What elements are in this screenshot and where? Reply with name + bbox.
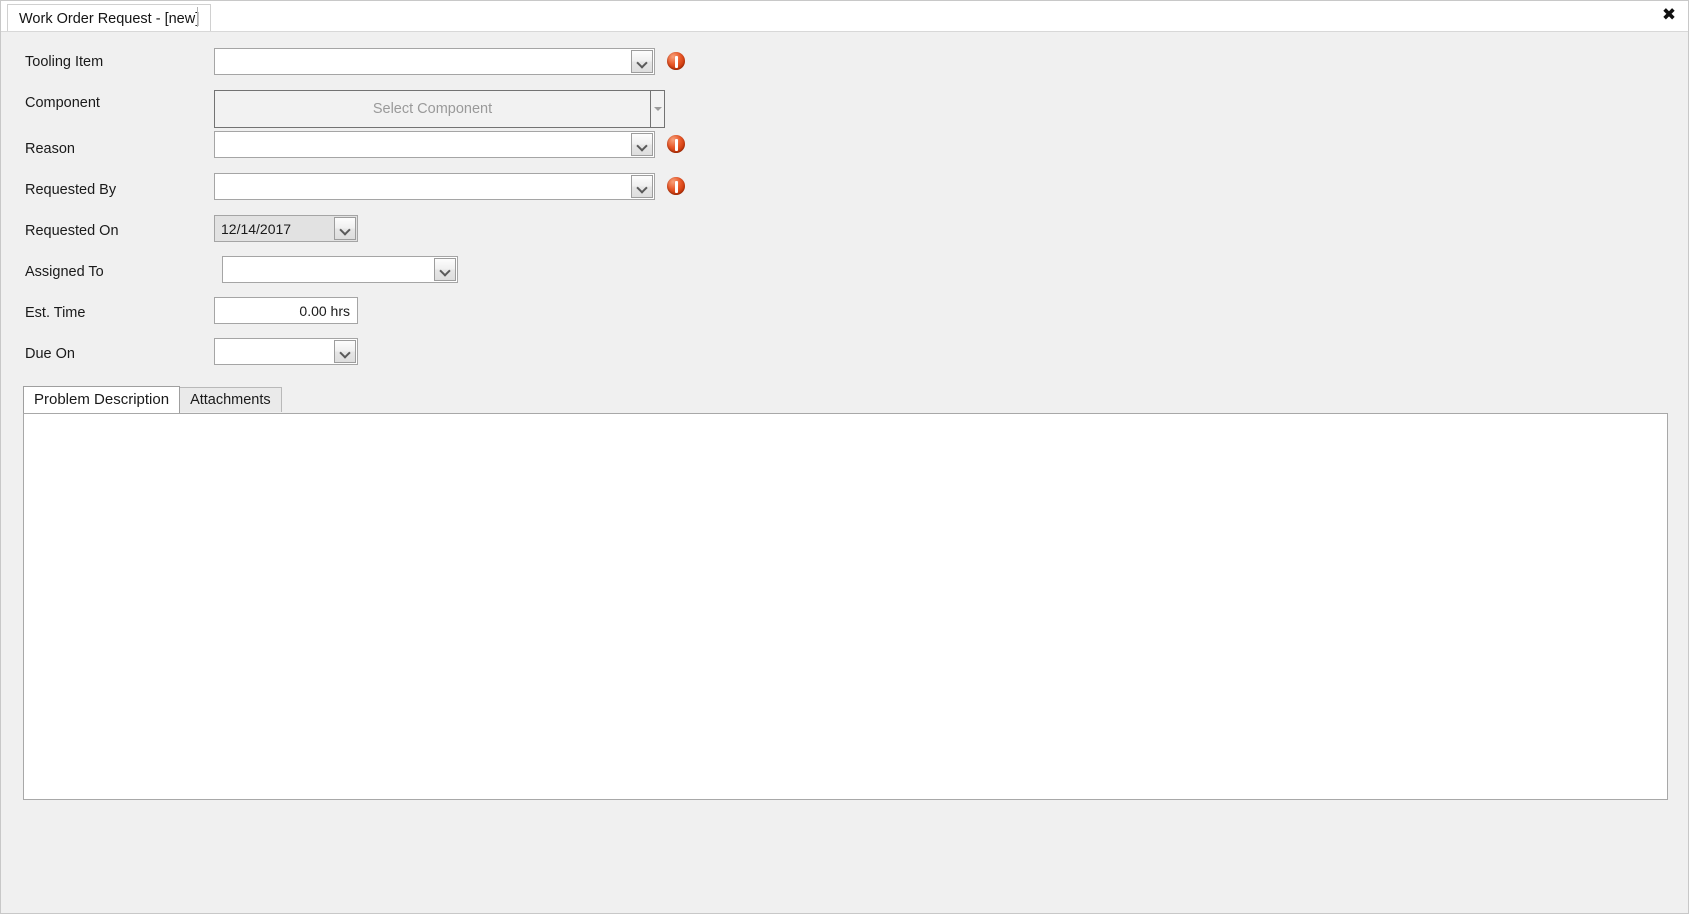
tab-problem-description[interactable]: Problem Description [23, 386, 181, 413]
chevron-down-icon[interactable] [631, 50, 653, 73]
assigned-to-combobox[interactable] [222, 256, 458, 283]
tooling-item-combobox[interactable] [214, 48, 655, 75]
problem-description-input[interactable] [24, 414, 1667, 799]
title-bar: Work Order Request - [new] ✖ [1, 1, 1688, 32]
problem-description-panel [23, 413, 1668, 800]
due-on-datepicker[interactable] [214, 338, 358, 365]
chevron-down-icon[interactable] [334, 217, 356, 240]
component-placeholder: Select Component [372, 101, 493, 117]
field-row-est-time: Est. Time 0.00 hrs [1, 297, 761, 328]
warning-icon-reason [667, 135, 685, 153]
est-time-input[interactable]: 0.00 hrs [214, 297, 358, 324]
field-row-component: Component Select Component [1, 88, 761, 130]
work-order-request-window: Work Order Request - [new] ✖ Tooling Ite… [0, 0, 1689, 914]
field-row-tooling-item: Tooling Item [1, 47, 761, 77]
field-row-requested-on: Requested On 12/14/2017 [1, 215, 761, 246]
document-tab-work-order-request[interactable]: Work Order Request - [new] [7, 4, 212, 32]
label-requested-on: Requested On [25, 223, 119, 239]
est-time-value: 0.00 hrs [299, 302, 350, 319]
label-requested-by: Requested By [25, 182, 117, 198]
chevron-down-icon[interactable] [434, 258, 456, 281]
tab-attachments-label: Attachments [190, 392, 271, 408]
label-est-time: Est. Time [25, 305, 86, 321]
label-due-on: Due On [25, 346, 75, 362]
warning-icon-tooling-item [667, 52, 685, 70]
chevron-down-icon[interactable] [631, 175, 653, 198]
close-icon[interactable]: ✖ [1656, 3, 1682, 27]
tab-attachments[interactable]: Attachments [179, 387, 282, 412]
label-tooling-item: Tooling Item [25, 54, 104, 70]
form-area: Tooling Item Component Select Component … [1, 32, 1688, 913]
warning-icon-requested-by [667, 177, 685, 195]
field-row-due-on: Due On [1, 338, 761, 369]
field-row-requested-by: Requested By [1, 173, 761, 205]
reason-combobox[interactable] [214, 131, 655, 158]
bottom-tabstrip: Problem Description Attachments [23, 386, 282, 413]
label-reason: Reason [25, 141, 75, 157]
label-assigned-to: Assigned To [25, 264, 104, 280]
requested-on-value: 12/14/2017 [221, 220, 292, 237]
chevron-down-icon[interactable] [334, 340, 356, 363]
requested-by-combobox[interactable] [214, 173, 655, 200]
component-dropdown-icon[interactable] [650, 91, 664, 127]
document-tab-label: Work Order Request - [new] [19, 11, 200, 27]
chevron-down-icon[interactable] [631, 133, 653, 156]
tab-separator [197, 7, 198, 27]
tab-problem-description-label: Problem Description [34, 391, 170, 408]
field-row-reason: Reason [1, 131, 761, 164]
component-picker[interactable]: Select Component [214, 90, 665, 128]
field-row-assigned-to: Assigned To [1, 256, 761, 287]
label-component: Component [25, 95, 100, 111]
requested-on-datepicker[interactable]: 12/14/2017 [214, 215, 358, 242]
